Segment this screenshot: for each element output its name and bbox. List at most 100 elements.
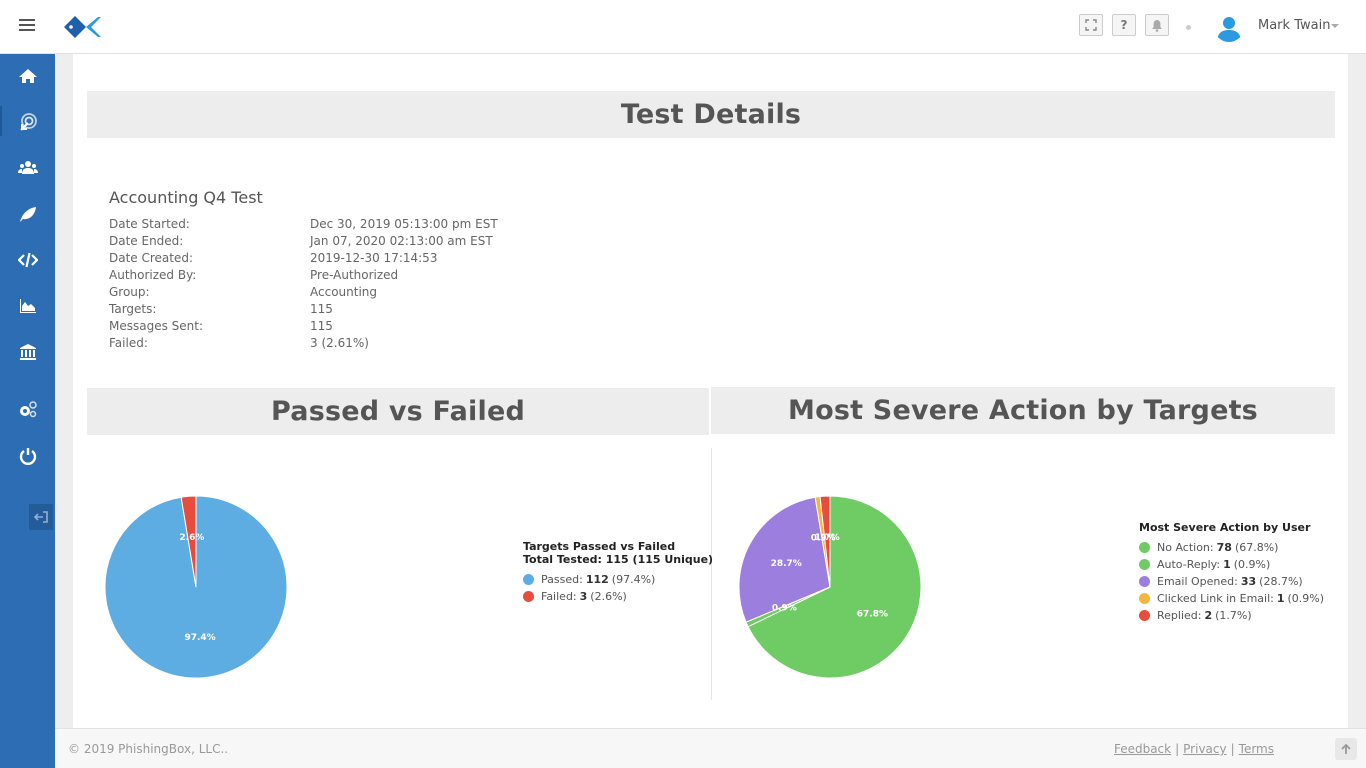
legend-label: Failed: <box>541 590 577 603</box>
legend-count: 3 <box>579 590 588 603</box>
legend-label: Passed: <box>541 573 583 586</box>
code-icon <box>17 252 38 268</box>
sidebar-item-reports[interactable] <box>0 286 55 326</box>
detail-label: Failed: <box>109 336 148 350</box>
sidebar-collapse-button[interactable] <box>29 504 53 530</box>
target-icon <box>19 113 37 131</box>
pie-label: 1.7% <box>815 533 840 543</box>
privacy-link[interactable]: Privacy <box>1183 742 1226 756</box>
legend-item[interactable]: Auto-Reply: 1 (0.9%) <box>1139 558 1270 571</box>
legend-percent: (28.7%) <box>1259 575 1303 588</box>
sidebar-item-home[interactable] <box>0 56 55 96</box>
sidebar-item-code[interactable] <box>0 240 55 280</box>
legend-label: Clicked Link in Email: <box>1157 592 1274 605</box>
severe-action-pie-chart: 67.8%0.9%28.7%0.9%1.7% <box>738 495 922 679</box>
scroll-to-top-button[interactable] <box>1335 738 1357 760</box>
arrow-up-icon <box>1341 743 1351 754</box>
legend-color-dot <box>1139 610 1150 621</box>
legend-color-dot <box>523 591 534 602</box>
detail-value: 3 (2.61%) <box>310 336 369 350</box>
sidebar-item-phishing[interactable] <box>0 102 55 142</box>
legend-color-dot <box>1139 593 1150 604</box>
sidebar-item-settings[interactable] <box>0 390 55 430</box>
legend-percent: (67.8%) <box>1234 541 1279 554</box>
pie-label: 28.7% <box>771 559 802 569</box>
user-name[interactable]: Mark Twain <box>1258 18 1330 33</box>
detail-value: 2019-12-30 17:14:53 <box>310 251 438 265</box>
legend-count: 33 <box>1240 575 1257 588</box>
detail-value: Pre-Authorized <box>310 268 399 282</box>
bank-icon <box>19 344 36 360</box>
legend-percent: (0.9%) <box>1233 558 1271 571</box>
passed-failed-heading: Passed vs Failed <box>87 388 709 435</box>
legend-count: 1 <box>1276 592 1285 605</box>
brand-logo[interactable] <box>62 14 102 40</box>
help-button[interactable]: ? <box>1112 14 1136 36</box>
feedback-link[interactable]: Feedback <box>1114 742 1171 756</box>
sidebar-item-training[interactable] <box>0 194 55 234</box>
legend-item[interactable]: Email Opened: 33 (28.7%) <box>1139 575 1303 588</box>
test-details-heading: Test Details <box>87 91 1335 138</box>
link-separator: | <box>1230 742 1235 756</box>
detail-value: 115 <box>310 319 333 333</box>
collapse-arrow-icon <box>34 511 48 523</box>
fullscreen-icon <box>1085 19 1097 31</box>
legend-percent: (97.4%) <box>611 573 656 586</box>
sidebar-item-users[interactable] <box>0 148 55 188</box>
detail-value: 115 <box>310 302 333 316</box>
detail-value: Jan 07, 2020 02:13:00 am EST <box>310 234 493 248</box>
detail-value: Dec 30, 2019 05:13:00 pm EST <box>310 217 498 231</box>
detail-label: Group: <box>109 285 150 299</box>
pf-legend-title-2: Total Tested: 115 (115 Unique) <box>523 553 714 566</box>
pf-legend-title-1: Targets Passed vs Failed <box>523 540 676 553</box>
detail-value: Accounting <box>310 285 378 299</box>
legend-color-dot <box>1139 576 1150 587</box>
test-name: Accounting Q4 Test <box>109 188 263 207</box>
pie-label: 67.8% <box>857 610 888 620</box>
legend-item[interactable]: Failed: 3 (2.6%) <box>523 590 627 603</box>
avatar[interactable] <box>1214 12 1244 42</box>
chevron-down-icon[interactable] <box>1331 24 1339 28</box>
sidebar-item-institution[interactable] <box>0 332 55 372</box>
legend-count: 78 <box>1216 541 1232 554</box>
legend-percent: (1.7%) <box>1215 609 1252 622</box>
legend-count: 2 <box>1204 609 1213 622</box>
leaf-icon <box>19 207 36 222</box>
legend-color-dot <box>1139 559 1150 570</box>
pie-label: 0.9% <box>772 604 797 614</box>
severe-action-heading: Most Severe Action by Targets <box>711 387 1335 434</box>
gears-icon <box>19 401 37 418</box>
sidebar <box>0 54 55 768</box>
link-separator: | <box>1175 742 1180 756</box>
status-dot <box>1186 25 1191 30</box>
sidebar-item-logout[interactable] <box>0 436 55 476</box>
footer: © 2019 PhishingBox, LLC.. Feedback | Priva… <box>55 728 1366 768</box>
detail-label: Authorized By: <box>109 268 197 282</box>
legend-percent: (2.6%) <box>590 590 627 603</box>
passed-failed-pie-chart: 97.4% 2.6% <box>104 495 288 679</box>
terms-link[interactable]: Terms <box>1239 742 1274 756</box>
area-chart-icon <box>19 299 36 313</box>
notifications-button[interactable] <box>1145 14 1169 36</box>
pie-label: 97.4% <box>184 633 215 643</box>
legend-item[interactable]: Passed: 112 (97.4%) <box>523 573 655 586</box>
detail-label: Date Started: <box>109 217 190 231</box>
fullscreen-button[interactable] <box>1079 14 1103 36</box>
legend-label: Email Opened: <box>1157 575 1238 588</box>
user-avatar-icon <box>1217 17 1241 42</box>
pie-label: 2.6% <box>179 533 204 543</box>
detail-label: Date Created: <box>109 251 194 265</box>
detail-label: Messages Sent: <box>109 319 204 333</box>
users-icon <box>17 161 38 174</box>
legend-count: 1 <box>1223 558 1231 571</box>
legend-item[interactable]: Replied: 2 (1.7%) <box>1139 609 1252 622</box>
bell-icon <box>1152 19 1162 32</box>
hamburger-icon[interactable] <box>19 19 35 33</box>
legend-item[interactable]: No Action: 78 (67.8%) <box>1139 541 1278 554</box>
footer-links: Feedback | Privacy | Terms <box>1114 742 1274 756</box>
legend-color-dot <box>523 574 534 585</box>
power-icon <box>19 448 36 465</box>
detail-label: Targets: <box>109 302 157 316</box>
legend-item[interactable]: Clicked Link in Email: 1 (0.9%) <box>1139 592 1324 605</box>
legend-color-dot <box>1139 542 1150 553</box>
